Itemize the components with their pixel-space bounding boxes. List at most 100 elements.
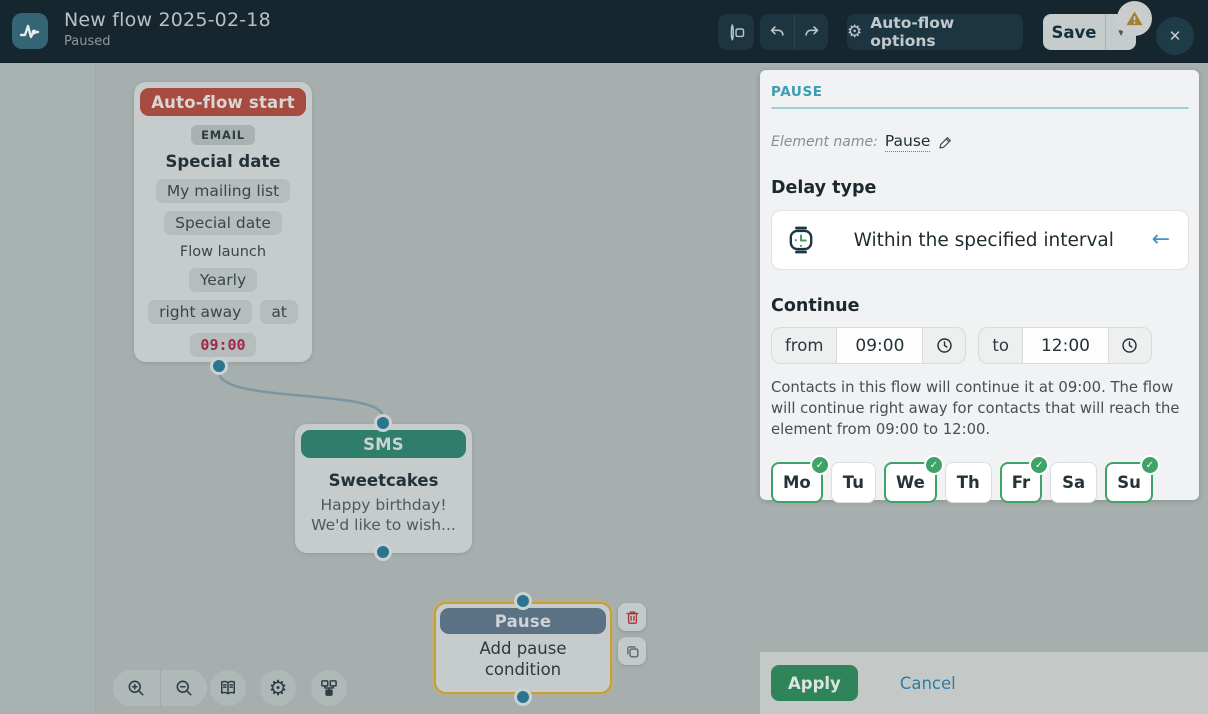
to-time-input[interactable]: 12:00: [1022, 328, 1109, 363]
redo-button[interactable]: [794, 14, 828, 50]
gear-icon: ⚙: [847, 24, 862, 41]
sms-preview-line2: We'd like to wish...: [311, 515, 456, 535]
day-toggle-tu[interactable]: Tu✓: [831, 462, 876, 503]
clock-icon: [1120, 336, 1139, 355]
day-label: We: [896, 473, 925, 492]
to-label: to: [979, 328, 1022, 363]
check-icon: ✓: [1029, 455, 1049, 475]
day-label: Tu: [843, 473, 864, 492]
undo-button[interactable]: [760, 14, 794, 50]
back-arrow-icon[interactable]: ←: [1152, 229, 1170, 251]
auto-flow-start-node[interactable]: Auto-flow start EMAIL Special date My ma…: [134, 82, 312, 362]
channel-badge: EMAIL: [191, 125, 255, 145]
check-icon: ✓: [1140, 455, 1160, 475]
day-toggle-th[interactable]: Th✓: [945, 462, 992, 503]
pause-node-selected[interactable]: Pause Add pause condition: [434, 602, 612, 694]
day-label: Sa: [1062, 473, 1085, 492]
zoom-controls: [113, 670, 207, 706]
apply-button[interactable]: Apply: [771, 665, 858, 701]
zoom-out-icon: [174, 678, 194, 698]
date-field-chip: Special date: [164, 211, 282, 235]
at-chip: at: [260, 300, 298, 324]
sms-node[interactable]: SMS Sweetcakes Happy birthday! We'd like…: [295, 424, 472, 553]
from-label: from: [772, 328, 836, 363]
duplicate-icon: [624, 643, 641, 660]
redo-icon: [802, 22, 822, 42]
to-time-group: to 12:00: [978, 327, 1152, 364]
minimap-button[interactable]: [311, 670, 347, 706]
warning-badge: [1117, 1, 1152, 36]
zoom-in-button[interactable]: [113, 670, 160, 706]
close-icon: ✕: [1169, 27, 1182, 45]
start-output-port[interactable]: [210, 357, 228, 375]
duplicate-node-button[interactable]: [618, 637, 646, 665]
top-header: New flow 2025-02-18 Paused ⚙ Auto-flow o…: [0, 0, 1208, 63]
delay-type-value: Within the specified interval: [816, 230, 1152, 251]
interval-watch-icon: [786, 225, 816, 255]
check-icon: ✓: [810, 455, 830, 475]
to-time-picker-button[interactable]: [1109, 328, 1151, 363]
from-time-group: from 09:00: [771, 327, 966, 364]
panel-divider: [771, 107, 1189, 109]
day-label: Fr: [1012, 473, 1030, 492]
save-button[interactable]: Save: [1043, 14, 1105, 50]
element-name-label: Element name:: [771, 134, 878, 150]
pause-input-port[interactable]: [514, 592, 532, 610]
copy-flow-icon: [726, 22, 747, 43]
trash-icon: [624, 609, 641, 626]
day-toggle-mo[interactable]: Mo✓: [771, 462, 823, 503]
from-time-input[interactable]: 09:00: [836, 328, 923, 363]
undo-icon: [767, 22, 787, 42]
flow-status: Paused: [64, 34, 271, 49]
day-toggle-su[interactable]: Su✓: [1105, 462, 1153, 503]
copy-flow-button[interactable]: [718, 14, 754, 50]
day-toggle-fr[interactable]: Fr✓: [1000, 462, 1042, 503]
app-logo: [12, 13, 48, 49]
day-label: Su: [1117, 473, 1141, 492]
delay-type-selector[interactable]: Within the specified interval ←: [771, 210, 1189, 270]
start-node-header: Auto-flow start: [140, 88, 306, 116]
auto-flow-options-label: Auto-flow options: [870, 14, 1023, 50]
cancel-link[interactable]: Cancel: [900, 674, 956, 693]
trigger-title: Special date: [166, 152, 281, 171]
panel-footer: Apply Cancel: [760, 652, 1208, 714]
panel-title: PAUSE: [771, 84, 1189, 100]
warning-triangle-icon: [1124, 8, 1145, 29]
sms-node-header: SMS: [301, 430, 466, 458]
zoom-in-icon: [126, 678, 146, 698]
undo-redo-group: [760, 14, 828, 50]
guide-button[interactable]: [210, 670, 246, 706]
mailing-list-chip: My mailing list: [156, 179, 290, 203]
weekday-selector: Mo✓ Tu✓ We✓ Th✓ Fr✓ Sa✓ Su✓: [771, 462, 1189, 503]
flow-launch-label: Flow launch: [180, 244, 266, 260]
sms-output-port[interactable]: [374, 543, 392, 561]
pause-output-port[interactable]: [514, 688, 532, 706]
flow-map-icon: [319, 678, 339, 698]
element-palette: [0, 63, 96, 714]
start-time-chip: 09:00: [190, 333, 255, 357]
sms-preview-line1: Happy birthday!: [311, 495, 456, 515]
pulse-icon: [18, 19, 42, 43]
clock-icon: [935, 336, 954, 355]
check-icon: ✓: [924, 455, 944, 475]
close-button[interactable]: ✕: [1156, 17, 1194, 55]
delete-node-button[interactable]: [618, 603, 646, 631]
from-time-picker-button[interactable]: [923, 328, 965, 363]
gear-icon: ⚙: [269, 678, 288, 699]
auto-flow-options-button[interactable]: ⚙ Auto-flow options: [847, 14, 1023, 50]
day-toggle-sa[interactable]: Sa✓: [1050, 462, 1097, 503]
sms-input-port[interactable]: [374, 414, 392, 432]
delay-type-heading: Delay type: [771, 178, 1189, 198]
book-icon: [218, 678, 238, 698]
continue-heading: Continue: [771, 296, 1189, 316]
timing-chip: right away: [148, 300, 252, 324]
element-name-value[interactable]: Pause: [885, 132, 931, 152]
pause-settings-panel: PAUSE Element name: Pause Delay type Wit…: [760, 70, 1199, 500]
canvas-settings-button[interactable]: ⚙: [260, 670, 296, 706]
zoom-out-button[interactable]: [160, 670, 208, 706]
day-toggle-we[interactable]: We✓: [884, 462, 937, 503]
sms-title: Sweetcakes: [329, 471, 439, 490]
pause-body-line2: condition: [436, 660, 610, 681]
continue-description: Contacts in this flow will continue it a…: [771, 377, 1189, 440]
edit-pencil-icon[interactable]: [937, 134, 954, 151]
